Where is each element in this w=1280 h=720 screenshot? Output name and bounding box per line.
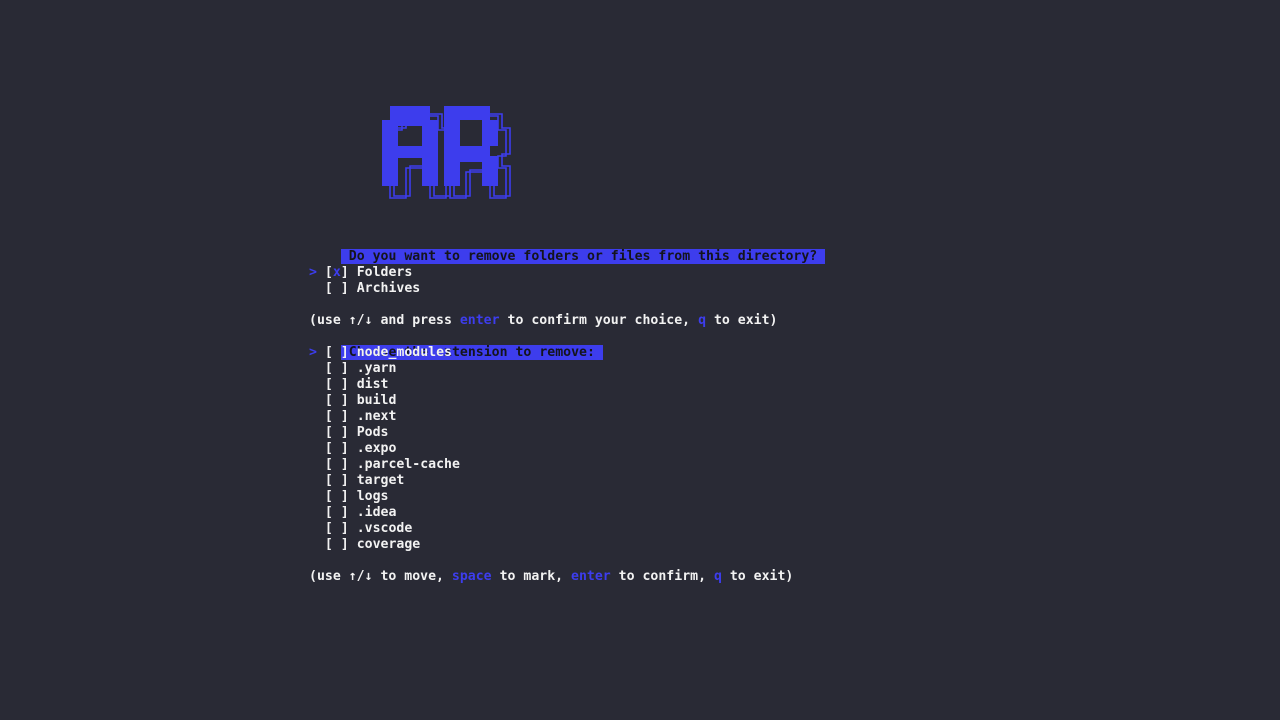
checkbox-mark [333,409,341,424]
item-label: .idea [356,505,397,520]
cursor-indicator [309,281,317,296]
help-text-part: to mark, [491,569,572,584]
cursor-indicator [309,409,317,424]
question-choose-extension: Choose the extension to remove: [309,329,603,360]
list-item-parcel-cache[interactable]: [ ] .parcel-cache [309,457,460,473]
item-label: Pods [356,425,389,440]
key-hint-q: q [713,569,722,584]
item-label: build [356,393,397,408]
cursor-indicator [309,489,317,504]
logo-graphic [382,106,511,199]
checkbox-mark [333,457,341,472]
help-text-part: (use ↑/↓ to move, [309,569,452,584]
list-item-idea[interactable]: [ ] .idea [309,505,397,521]
item-label: dist [356,377,389,392]
help-text-part: to confirm your choice, [499,313,699,328]
checkbox-mark [333,425,341,440]
checkbox-mark [333,473,341,488]
item-label: .expo [356,441,397,456]
question-folders-or-files: Do you want to remove folders or files f… [309,233,826,264]
cursor-indicator [309,537,317,552]
key-hint-enter: enter [459,313,500,328]
cursor-indicator [309,377,317,392]
list-item-vscode[interactable]: [ ] .vscode [309,521,412,537]
cursor-indicator [309,505,317,520]
checkbox-mark [333,345,341,360]
list-item-dist[interactable]: [ ] dist [309,377,389,393]
checkbox-mark [333,361,341,376]
cursor-indicator: > [309,345,317,360]
checkbox-mark [333,489,341,504]
help-text-part: to confirm, [610,569,714,584]
checkbox-mark [333,441,341,456]
help-text-part: (use ↑/↓ and press [309,313,460,328]
step1-help-text: (use ↑/↓ and press enter to confirm your… [309,313,777,329]
cursor-indicator [309,425,317,440]
checkbox-mark [333,377,341,392]
cursor-indicator [309,457,317,472]
step2-help-text: (use ↑/↓ to move, space to mark, enter t… [309,569,793,585]
checkbox-mark [333,521,341,536]
list-item-logs[interactable]: [ ] logs [309,489,389,505]
cursor-indicator [309,361,317,376]
terminal-window: Do you want to remove folders or files f… [0,0,1280,720]
item-label: logs [356,489,389,504]
help-text-part: to exit) [706,313,778,328]
checkbox-mark [333,537,341,552]
option-label: Archives [356,281,421,296]
item-label: .vscode [356,521,413,536]
item-label: target [356,473,405,488]
app-logo [378,102,512,200]
checkbox-mark: x [332,265,341,280]
option-label: Folders [356,265,413,280]
item-label: .yarn [356,361,397,376]
cursor-indicator: > [309,265,317,280]
list-item-yarn[interactable]: [ ] .yarn [309,361,397,377]
list-item-next[interactable]: [ ] .next [309,409,397,425]
item-label: coverage [356,537,421,552]
list-item-pods[interactable]: [ ] Pods [309,425,389,441]
help-text-part: to exit) [721,569,794,584]
list-item-target[interactable]: [ ] target [309,473,404,489]
cursor-indicator [309,521,317,536]
checkbox-mark [333,505,341,520]
cursor-indicator [309,441,317,456]
cursor-indicator [309,393,317,408]
list-item-node-modules[interactable]: > [ ] node_modules [309,345,452,361]
item-label: .parcel-cache [356,457,460,472]
item-label: .next [356,409,397,424]
cursor-indicator [309,473,317,488]
list-item-coverage[interactable]: [ ] coverage [309,537,420,553]
checkbox-mark [333,281,341,296]
key-hint-enter: enter [571,569,611,584]
option-folders[interactable]: > [x] Folders [309,265,412,281]
checkbox-mark [333,393,341,408]
key-hint-q: q [698,313,707,328]
option-archives[interactable]: [ ] Archives [309,281,420,297]
key-hint-space: space [451,569,492,584]
list-item-expo[interactable]: [ ] .expo [309,441,397,457]
item-label: node_modules [356,345,452,360]
question-banner: Do you want to remove folders or files f… [340,249,826,264]
list-item-build[interactable]: [ ] build [309,393,397,409]
